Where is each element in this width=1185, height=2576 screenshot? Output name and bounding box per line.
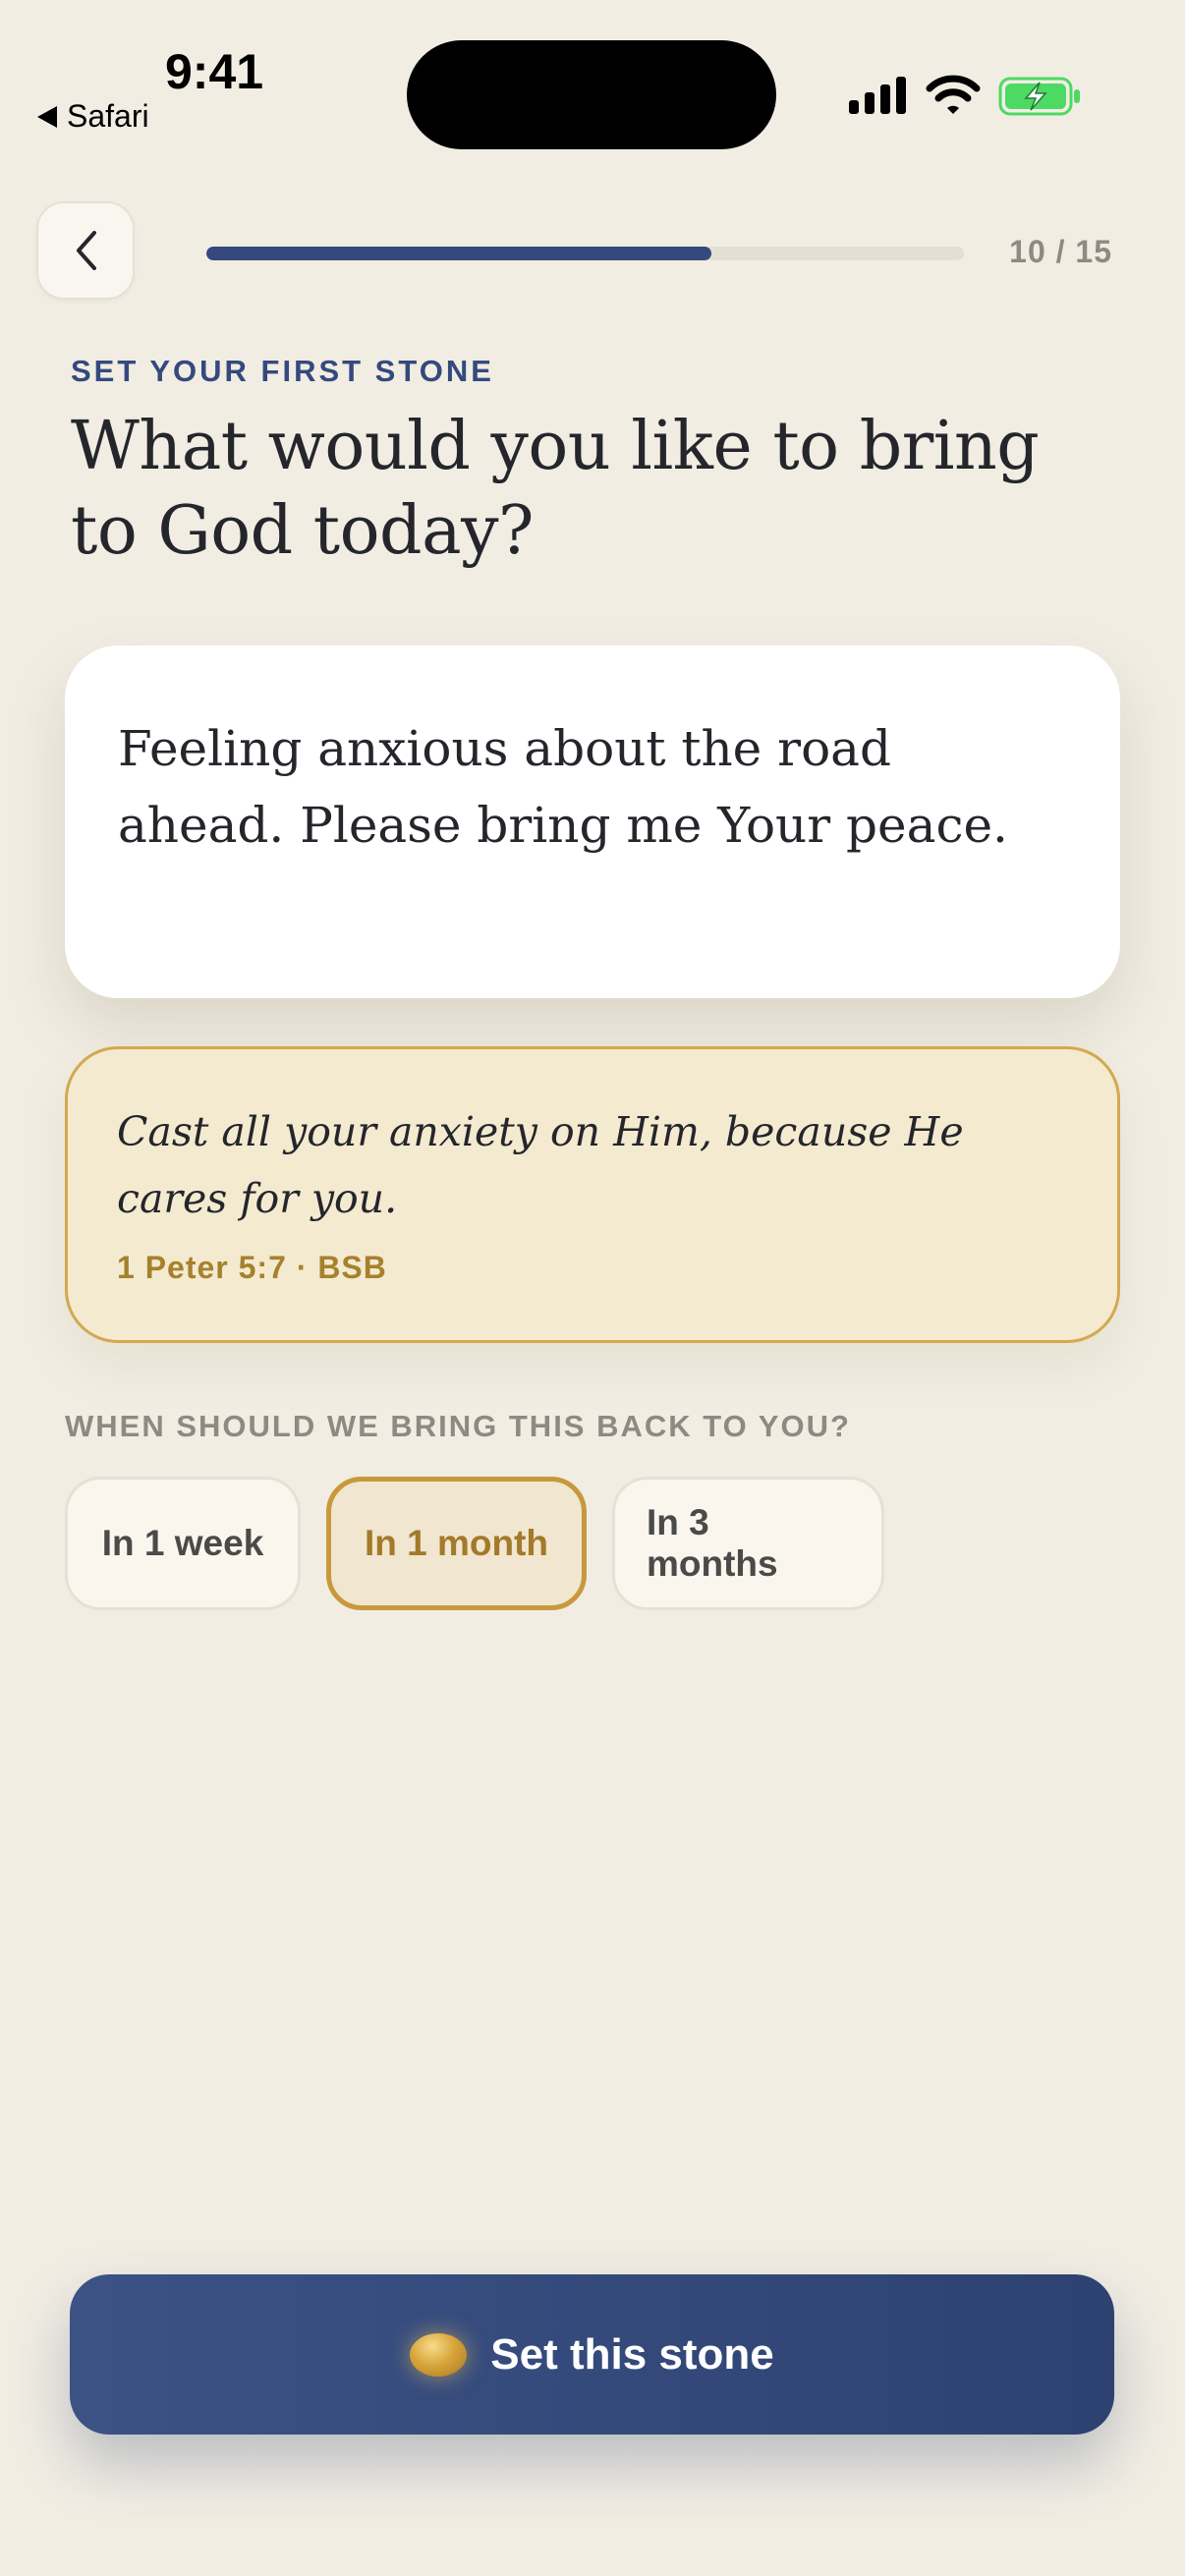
verse-card: Cast all your anxiety on Him, because He… xyxy=(65,1046,1120,1343)
chevron-left-icon xyxy=(77,231,96,270)
status-time: 9:41 xyxy=(165,44,264,99)
dynamic-island xyxy=(407,40,776,149)
page-title: What would you like to bring to God toda… xyxy=(71,408,1040,570)
step-eyebrow: SET YOUR FIRST STONE xyxy=(71,354,494,388)
battery-charging-icon xyxy=(998,77,1080,116)
back-to-app[interactable]: Safari xyxy=(37,98,149,135)
verse-text: Cast all your anxiety on Him, because He… xyxy=(117,1108,964,1222)
set-stone-button[interactable]: Set this stone xyxy=(70,2274,1114,2435)
prayer-text[interactable]: Feeling anxious about the road ahead. Pl… xyxy=(118,710,1067,864)
back-triangle-icon xyxy=(37,105,57,128)
option-3-months[interactable]: In 3 months xyxy=(612,1477,884,1610)
progress-fill xyxy=(206,247,712,260)
set-stone-label: Set this stone xyxy=(490,2329,774,2379)
verse-reference: 1 Peter 5:7 · BSB xyxy=(117,1250,387,1285)
option-1-week[interactable]: In 1 week xyxy=(65,1477,301,1610)
back-app-label: Safari xyxy=(67,98,149,134)
reminder-label: WHEN SHOULD WE BRING THIS BACK TO YOU? xyxy=(65,1409,851,1443)
golden-stone-icon xyxy=(410,2332,468,2377)
wifi-icon xyxy=(926,75,981,114)
option-1-month[interactable]: In 1 month xyxy=(326,1477,587,1610)
progress-bar xyxy=(206,247,964,260)
progress-label: 10 / 15 xyxy=(1009,234,1112,269)
back-button[interactable] xyxy=(36,201,135,300)
prayer-input[interactable]: Feeling anxious about the road ahead. Pl… xyxy=(65,645,1120,998)
reminder-options: In 1 week In 1 month In 3 months xyxy=(65,1477,884,1610)
cellular-signal-icon xyxy=(849,77,906,114)
